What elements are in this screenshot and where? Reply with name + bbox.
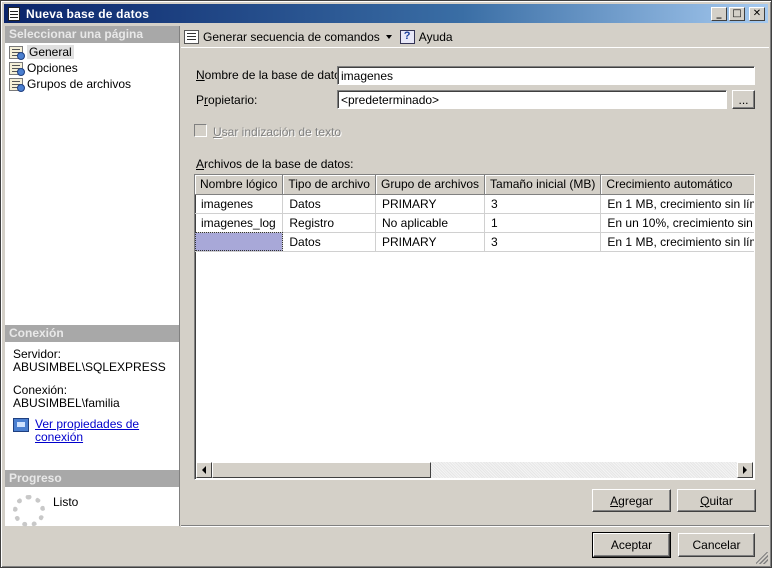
add-button[interactable]: Agregar: [592, 489, 671, 512]
view-connection-properties-link[interactable]: Ver propiedades de conexión: [35, 418, 139, 444]
fulltext-checkbox[interactable]: [194, 124, 207, 137]
grid-cell[interactable]: En 1 MB, crecimiento sin límite: [600, 232, 754, 252]
owner-label: Propietario:: [196, 93, 258, 107]
arrow-left-icon: [202, 466, 206, 474]
script-icon: [184, 29, 199, 44]
progress-section: Listo: [5, 487, 179, 535]
column-header-logical-name[interactable]: Nombre lógico: [195, 175, 284, 195]
property-page-icon: [9, 77, 25, 92]
remove-button[interactable]: Quitar: [677, 489, 756, 512]
chevron-down-icon[interactable]: [385, 34, 392, 39]
page-item-options[interactable]: Opciones: [5, 60, 179, 76]
grid-cell[interactable]: 1: [484, 213, 602, 233]
grid-cell[interactable]: 3: [484, 232, 602, 252]
left-panel: Seleccionar una página General Opciones …: [5, 26, 180, 527]
arrow-right-icon: [743, 466, 747, 474]
page-item-filegroups[interactable]: Grupos de archivos: [5, 76, 179, 92]
progress-header: Progreso: [5, 470, 179, 487]
property-page-icon: [9, 61, 25, 76]
grid-cell[interactable]: Datos: [282, 232, 376, 252]
new-database-dialog: Nueva base de datos _ □ ✕ Seleccionar un…: [0, 0, 772, 568]
grid-cell[interactable]: imagenes_log: [195, 213, 284, 233]
table-row[interactable]: imagenes Datos PRIMARY 3 En 1 MB, crecim…: [195, 194, 754, 214]
scrollbar-thumb[interactable]: [212, 462, 431, 478]
grid-cell[interactable]: imagenes: [195, 194, 284, 214]
grid-cell-selected[interactable]: [195, 232, 284, 252]
connection-section: Servidor: ABUSIMBEL\SQLEXPRESS Conexión:…: [5, 342, 179, 470]
scroll-left-button[interactable]: [196, 462, 212, 478]
minimize-button[interactable]: _: [711, 6, 727, 21]
connection-header: Conexión: [5, 325, 179, 342]
database-files-grid[interactable]: Nombre lógico Tipo de archivo Grupo de a…: [194, 174, 755, 480]
close-button[interactable]: ✕: [749, 6, 765, 21]
window-title: Nueva base de datos: [26, 6, 150, 21]
page-item-label: General: [27, 45, 74, 59]
resize-grip-icon[interactable]: [756, 552, 768, 564]
db-name-label: Nombre de la base de datos:: [196, 68, 351, 82]
select-page-header: Seleccionar una página: [5, 26, 179, 43]
column-header-autogrowth[interactable]: Crecimiento automático: [600, 175, 754, 195]
connection-value: ABUSIMBEL\familia: [13, 396, 120, 410]
help-icon: [399, 29, 415, 44]
page-item-label: Opciones: [27, 61, 78, 75]
grid-cell[interactable]: En un 10%, crecimiento sin límite: [600, 213, 754, 233]
connection-properties-icon: [13, 418, 29, 432]
property-page-icon: [9, 45, 25, 60]
help-button[interactable]: Ayuda: [399, 29, 453, 44]
table-row[interactable]: imagenes_log Registro No aplicable 1 En …: [195, 213, 754, 233]
scroll-right-button[interactable]: [737, 462, 753, 478]
grid-cell[interactable]: PRIMARY: [375, 232, 486, 252]
cancel-button[interactable]: Cancelar: [678, 533, 755, 557]
grid-cell[interactable]: No aplicable: [375, 213, 486, 233]
grid-cell[interactable]: PRIMARY: [375, 194, 486, 214]
title-bar[interactable]: Nueva base de datos _ □ ✕: [4, 4, 768, 23]
column-header-filegroup[interactable]: Grupo de archivos: [375, 175, 486, 195]
progress-spinner-icon: [13, 495, 45, 527]
document-icon: [8, 6, 20, 21]
grid-cell[interactable]: Registro: [282, 213, 376, 233]
table-row[interactable]: Datos PRIMARY 3 En 1 MB, crecimiento sin…: [195, 232, 754, 252]
owner-input[interactable]: <predeterminado>: [337, 90, 727, 109]
page-item-general[interactable]: General: [5, 44, 179, 60]
server-value: ABUSIMBEL\SQLEXPRESS: [13, 360, 166, 374]
browse-owner-button[interactable]: ...: [732, 90, 755, 109]
generate-script-label: Generar secuencia de comandos: [203, 29, 380, 44]
maximize-button[interactable]: □: [729, 6, 745, 21]
ok-button[interactable]: Aceptar: [592, 532, 671, 558]
toolbar: Generar secuencia de comandos Ayuda: [181, 26, 769, 48]
column-header-initial-size[interactable]: Tamaño inicial (MB): [484, 175, 602, 195]
page-item-label: Grupos de archivos: [27, 77, 132, 91]
grid-header-row: Nombre lógico Tipo de archivo Grupo de a…: [195, 175, 754, 195]
files-label: Archivos de la base de datos:: [196, 157, 354, 171]
db-name-input[interactable]: imagenes: [337, 66, 755, 85]
generate-script-button[interactable]: Generar secuencia de comandos: [184, 29, 380, 44]
fulltext-label: Usar indización de texto: [213, 125, 342, 139]
grid-cell[interactable]: Datos: [282, 194, 376, 214]
page-list: General Opciones Grupos de archivos: [5, 43, 179, 325]
progress-status: Listo: [53, 495, 79, 509]
horizontal-scrollbar[interactable]: [196, 462, 753, 478]
footer-separator: [181, 525, 769, 527]
grid-cell[interactable]: En 1 MB, crecimiento sin límite: [600, 194, 754, 214]
grid-cell[interactable]: 3: [484, 194, 602, 214]
help-label: Ayuda: [418, 29, 453, 44]
column-header-file-type[interactable]: Tipo de archivo: [282, 175, 376, 195]
